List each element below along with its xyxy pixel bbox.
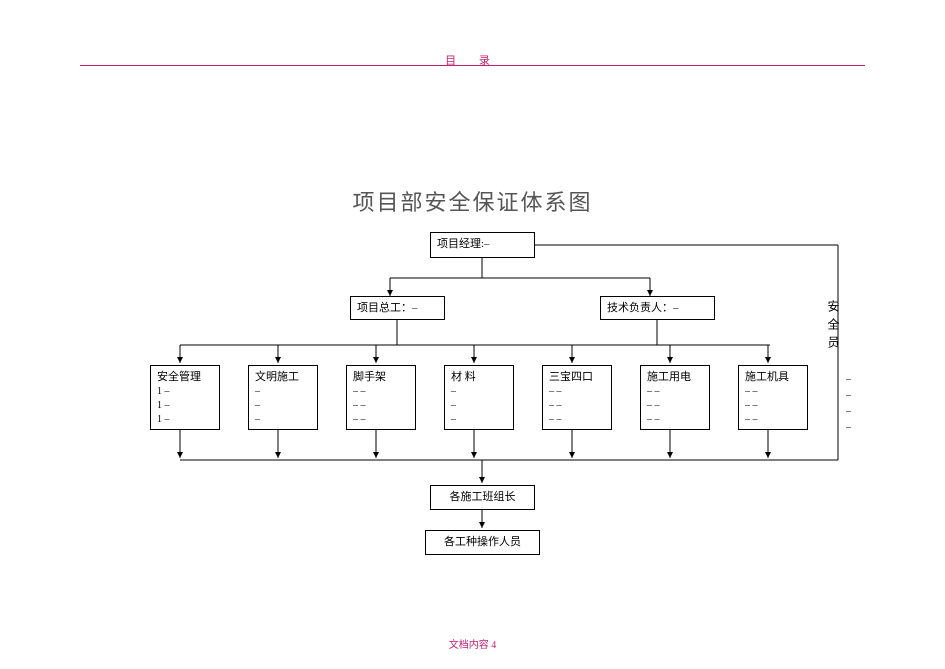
dept-rows: – – –: [451, 385, 507, 427]
node-tech-lead: 技术负责人：–: [600, 296, 715, 320]
footer-page: 4: [491, 640, 496, 651]
dept-title: 文明施工: [255, 370, 311, 385]
dept-title: 脚手架: [353, 370, 409, 385]
dept-box-materials: 材 料 – – –: [444, 365, 514, 430]
dept-box-scaffold: 脚手架 – – – – – –: [346, 365, 416, 430]
label: 各施工班组长: [450, 491, 516, 503]
dept-box-sanbao-sikou: 三宝四口 – – – – – –: [542, 365, 612, 430]
page-root: 目 录 项目部安全保证体系图: [0, 0, 945, 669]
dept-rows: – – –: [255, 385, 311, 427]
connectors: [0, 0, 945, 669]
label: 各工种操作人员: [444, 536, 521, 548]
label: 项目经理:–: [437, 238, 490, 250]
dept-title: 三宝四口: [549, 370, 605, 385]
label: 技术负责人：–: [607, 302, 679, 314]
node-project-manager: 项目经理:–: [430, 232, 535, 258]
label: 项目总工：–: [357, 302, 418, 314]
dept-title: 施工机具: [745, 370, 801, 385]
dept-box-safety-mgmt: 安全管理 1 – 1 – 1 –: [150, 365, 220, 430]
node-chief-engineer: 项目总工：–: [350, 296, 445, 320]
dept-rows: – – – – – –: [745, 385, 801, 427]
page-footer: 文档内容 4: [0, 636, 945, 651]
dept-rows: – – – – – –: [647, 385, 703, 427]
footer-text: 文档内容: [449, 640, 489, 651]
node-team-leaders: 各施工班组长: [430, 485, 535, 510]
dept-box-electricity: 施工用电 – – – – – –: [640, 365, 710, 430]
diagram-title: 项目部安全保证体系图: [0, 185, 945, 217]
dept-box-machinery: 施工机具 – – – – – –: [738, 365, 808, 430]
dept-rows: 1 – 1 – 1 –: [157, 385, 213, 427]
node-operators: 各工种操作人员: [425, 530, 540, 555]
node-safety-officer: 安全员: [825, 300, 842, 354]
dept-title: 安全管理: [157, 370, 213, 385]
dept-rows: – – – – – –: [549, 385, 605, 427]
safety-officer-dash: – – – –: [846, 372, 851, 436]
dept-title: 施工用电: [647, 370, 703, 385]
header-rule: [80, 65, 865, 66]
dept-box-civil-construction: 文明施工 – – –: [248, 365, 318, 430]
dept-title: 材 料: [451, 370, 507, 385]
dept-rows: – – – – – –: [353, 385, 409, 427]
